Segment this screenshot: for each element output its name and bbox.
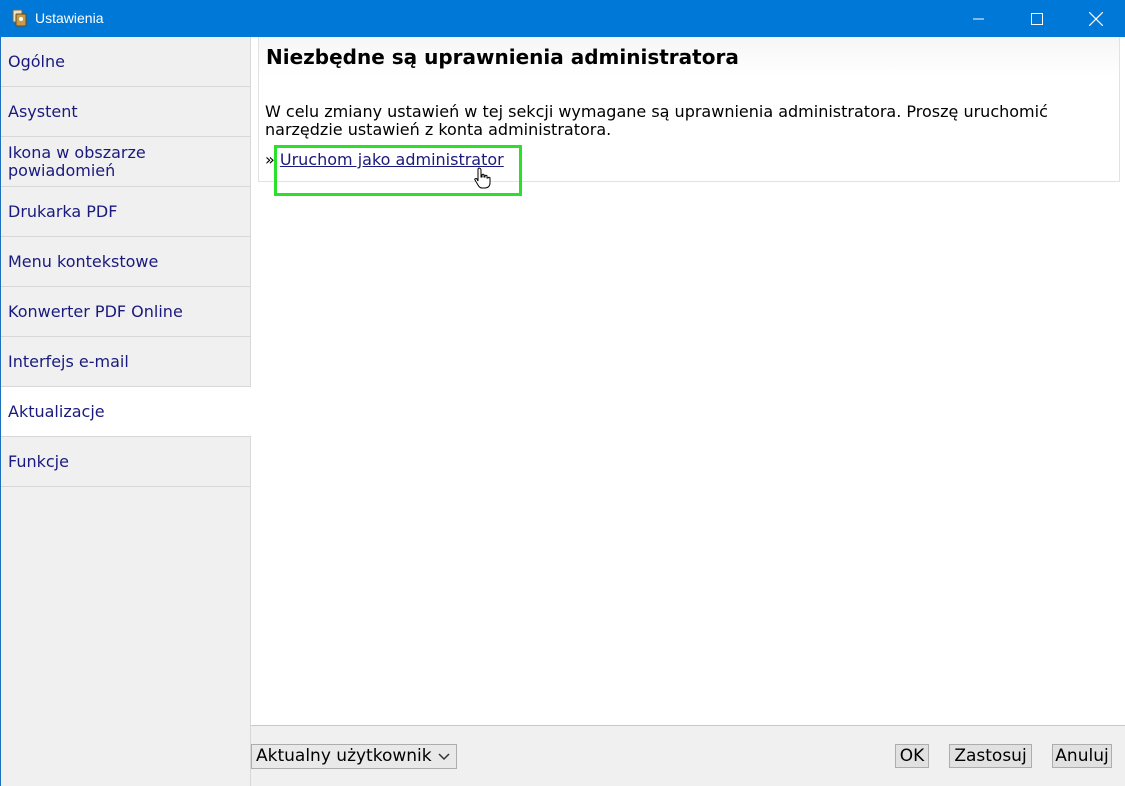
sidebar-item-ikona[interactable]: Ikona w obszarze powiadomień: [1, 137, 251, 187]
sidebar-item-label: Funkcje: [8, 451, 69, 471]
sidebar-item-label: Asystent: [8, 101, 78, 121]
panel-description: W celu zmiany ustawień w tej sekcji wyma…: [265, 102, 1048, 139]
hand-cursor-icon: [474, 167, 491, 189]
user-scope-value: Aktualny użytkownik: [256, 746, 432, 766]
sidebar-item-konwerter-pdf[interactable]: Konwerter PDF Online: [1, 287, 251, 337]
apply-button[interactable]: Zastosuj: [949, 744, 1032, 768]
close-icon: [1089, 11, 1103, 26]
close-button[interactable]: [1067, 0, 1125, 37]
window-title: Ustawienia: [35, 10, 104, 26]
content-area: Niezbędne są uprawnienia administratora …: [251, 37, 1125, 726]
sidebar-item-label: Menu kontekstowe: [8, 251, 159, 271]
sidebar-item-label: Aktualizacje: [8, 401, 105, 421]
sidebar-item-interfejs-email[interactable]: Interfejs e-mail: [1, 337, 251, 387]
maximize-button[interactable]: [1008, 0, 1066, 37]
panel-title: Niezbędne są uprawnienia administratora: [266, 45, 739, 69]
sidebar-item-label: Interfejs e-mail: [8, 351, 129, 371]
cancel-button[interactable]: Anuluj: [1052, 744, 1112, 768]
minimize-icon: [973, 18, 984, 19]
sidebar-item-label: Konwerter PDF Online: [8, 301, 183, 321]
sidebar: Ogólne Asystent Ikona w obszarze powiado…: [0, 37, 251, 786]
user-scope-select[interactable]: Aktualny użytkownik: [251, 744, 457, 769]
sidebar-item-asystent[interactable]: Asystent: [1, 87, 251, 137]
sidebar-item-menu-kontekstowe[interactable]: Menu kontekstowe: [1, 237, 251, 287]
minimize-button[interactable]: [950, 0, 1008, 37]
bottom-bar: Aktualny użytkownik OK Zastosuj Anuluj: [251, 727, 1125, 786]
chevron-down-icon: [438, 753, 450, 761]
sidebar-item-funkcje[interactable]: Funkcje: [1, 437, 251, 487]
ok-button[interactable]: OK: [895, 744, 929, 768]
sidebar-item-label: Drukarka PDF: [8, 201, 118, 221]
sidebar-item-drukarka-pdf[interactable]: Drukarka PDF: [1, 187, 251, 237]
sidebar-item-aktualizacje[interactable]: Aktualizacje: [1, 387, 251, 437]
sidebar-item-label: Ogólne: [8, 51, 65, 71]
title-bar: Ustawienia: [0, 0, 1125, 37]
maximize-icon: [1031, 12, 1043, 25]
sidebar-item-label: Ikona w obszarze powiadomień: [8, 142, 146, 180]
sidebar-item-ogolne[interactable]: Ogólne: [1, 37, 251, 87]
app-icon: [12, 9, 27, 27]
